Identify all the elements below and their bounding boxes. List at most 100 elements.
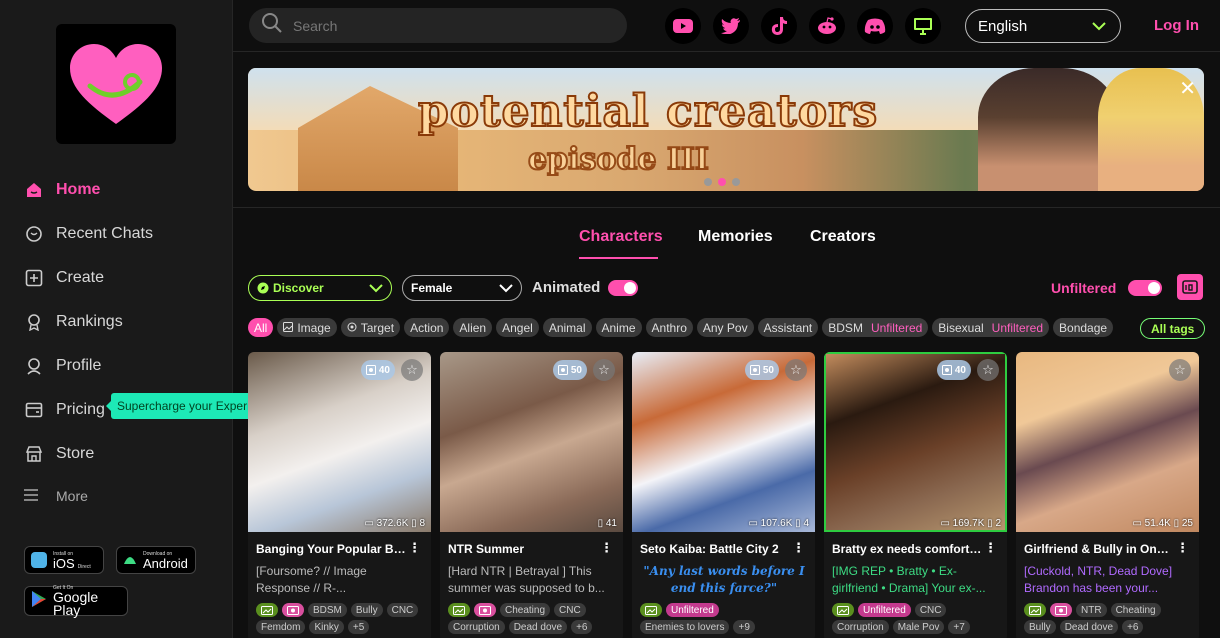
tiktok-button[interactable] bbox=[761, 8, 797, 44]
character-card[interactable]: 40 ☆ ▭ 372.6K ▯ 8 Banging Your Popular Bu..… bbox=[248, 352, 431, 638]
favorite-star-icon[interactable]: ☆ bbox=[785, 359, 807, 381]
tab-memories[interactable]: Memories bbox=[698, 228, 773, 246]
tag-chip[interactable]: Bisexual Unfiltered bbox=[932, 318, 1050, 337]
close-icon[interactable]: ✕ bbox=[1179, 76, 1196, 101]
card-tag[interactable]: Unfiltered bbox=[858, 603, 911, 617]
google-play-button[interactable]: Get It On Google Play bbox=[24, 585, 128, 617]
unfiltered-toggle[interactable] bbox=[1128, 280, 1162, 296]
promo-banner[interactable]: potential creators episode III ✕ bbox=[248, 68, 1204, 191]
favorite-star-icon[interactable]: ☆ bbox=[401, 359, 423, 381]
more-tags-count[interactable]: +6 bbox=[571, 620, 593, 634]
character-card[interactable]: 50 ☆ ▯ 41 NTR Summer ⋮ [Hard NTR | Betrayal ]… bbox=[440, 352, 623, 638]
card-title[interactable]: Banging Your Popular Bu... bbox=[256, 542, 406, 556]
search-bar[interactable] bbox=[249, 8, 627, 43]
tag-chip[interactable]: Assistant bbox=[757, 318, 819, 337]
character-image[interactable]: 40 ☆ ▭ 169.7K ▯ 2 bbox=[824, 352, 1007, 532]
tag-chip[interactable]: Angel bbox=[496, 318, 539, 337]
more-tags-count[interactable]: +9 bbox=[733, 620, 755, 634]
gender-select[interactable]: Female bbox=[402, 275, 522, 301]
card-tag[interactable]: Unfiltered bbox=[666, 603, 719, 617]
favorite-star-icon[interactable]: ☆ bbox=[593, 359, 615, 381]
carousel-dot[interactable] bbox=[704, 178, 712, 186]
sidebar-item-recent-chats[interactable]: Recent Chats bbox=[24, 212, 224, 256]
card-tag[interactable]: Kinky bbox=[309, 620, 344, 634]
favorite-star-icon[interactable]: ☆ bbox=[977, 359, 999, 381]
language-select[interactable]: English bbox=[965, 9, 1121, 43]
ios-download-button[interactable]: Install on iOS Direct bbox=[24, 546, 104, 574]
card-tag[interactable]: Male Pov bbox=[892, 620, 945, 634]
more-tags-count[interactable]: +5 bbox=[347, 620, 370, 634]
carousel-dot[interactable] bbox=[732, 178, 740, 186]
sidebar-item-store[interactable]: Store bbox=[24, 432, 224, 476]
more-options-icon[interactable]: ⋮ bbox=[600, 540, 613, 556]
sidebar-item-home[interactable]: Home bbox=[24, 168, 224, 212]
all-tags-button[interactable]: All tags bbox=[1140, 318, 1206, 339]
character-image[interactable]: 50 ☆ ▭ 107.6K ▯ 4 bbox=[632, 352, 815, 532]
character-image[interactable]: 40 ☆ ▭ 372.6K ▯ 8 bbox=[248, 352, 431, 532]
card-tag[interactable]: Corruption bbox=[448, 620, 505, 634]
tag-chip[interactable]: Target bbox=[340, 318, 401, 337]
card-tag[interactable]: Enemies to lovers bbox=[640, 620, 730, 634]
card-tag[interactable]: CNC bbox=[554, 603, 586, 617]
discord-button[interactable] bbox=[857, 8, 893, 44]
card-tag[interactable]: Bully bbox=[1024, 620, 1056, 634]
android-download-button[interactable]: Download on Android bbox=[116, 546, 196, 574]
tab-characters[interactable]: Characters bbox=[579, 228, 663, 246]
sidebar-item-rankings[interactable]: Rankings bbox=[24, 300, 224, 344]
card-tag[interactable]: BDSM bbox=[308, 603, 347, 617]
card-title[interactable]: NTR Summer bbox=[448, 542, 598, 556]
animated-toggle[interactable] bbox=[608, 280, 638, 296]
home-icon bbox=[24, 180, 44, 200]
desktop-app-button[interactable] bbox=[905, 8, 941, 44]
card-tag[interactable]: Corruption bbox=[832, 620, 889, 634]
card-tag[interactable]: Cheating bbox=[500, 603, 551, 617]
character-image[interactable]: 50 ☆ ▯ 41 bbox=[440, 352, 623, 532]
tab-creators[interactable]: Creators bbox=[810, 228, 876, 246]
sidebar-item-profile[interactable]: Profile bbox=[24, 344, 224, 388]
character-card[interactable]: 50 ☆ ▭ 107.6K ▯ 4 Seto Kaiba: Battle City 2… bbox=[632, 352, 815, 638]
character-card[interactable]: ☆ ▭ 51.4K ▯ 25 Girlfriend & Bully in One .… bbox=[1016, 352, 1199, 638]
more-options-icon[interactable]: ⋮ bbox=[792, 540, 805, 556]
app-logo[interactable] bbox=[56, 24, 176, 144]
tag-chip[interactable]: Any Pov bbox=[696, 318, 754, 337]
card-tag[interactable]: Dead dove bbox=[508, 620, 568, 634]
tag-chip[interactable]: All bbox=[248, 318, 274, 337]
card-tag[interactable]: Femdom bbox=[256, 620, 306, 634]
more-button[interactable]: More bbox=[24, 488, 88, 504]
card-tag[interactable]: CNC bbox=[914, 603, 947, 617]
twitter-button[interactable] bbox=[713, 8, 749, 44]
more-options-icon[interactable]: ⋮ bbox=[1176, 540, 1189, 556]
card-tag[interactable]: Dead dove bbox=[1059, 620, 1119, 634]
more-options-icon[interactable]: ⋮ bbox=[408, 540, 421, 556]
carousel-dot-active[interactable] bbox=[718, 178, 726, 186]
tag-chip[interactable]: Animal bbox=[542, 318, 592, 337]
discover-select[interactable]: Discover bbox=[248, 275, 392, 301]
card-title[interactable]: Seto Kaiba: Battle City 2 bbox=[640, 542, 790, 556]
tag-chip[interactable]: BDSM Unfiltered bbox=[822, 318, 929, 337]
more-tags-count[interactable]: +7 bbox=[948, 620, 970, 634]
character-card[interactable]: 40 ☆ ▭ 169.7K ▯ 2 Bratty ex needs comfort .… bbox=[824, 352, 1007, 638]
tag-chip[interactable]: Anime bbox=[595, 318, 642, 337]
search-input[interactable] bbox=[293, 17, 593, 34]
content-tabs: Characters Memories Creators bbox=[233, 207, 1220, 259]
sidebar-item-create[interactable]: Create bbox=[24, 256, 224, 300]
more-tags-count[interactable]: +6 bbox=[1122, 620, 1144, 634]
character-image[interactable]: ☆ ▭ 51.4K ▯ 25 bbox=[1016, 352, 1199, 532]
tag-chip[interactable]: Bondage bbox=[1053, 318, 1114, 337]
card-title[interactable]: Girlfriend & Bully in One ... bbox=[1024, 542, 1174, 556]
favorite-star-icon[interactable]: ☆ bbox=[1169, 359, 1191, 381]
tag-chip[interactable]: Anthro bbox=[645, 318, 693, 337]
reddit-button[interactable] bbox=[809, 8, 845, 44]
card-tag[interactable]: Bully bbox=[350, 603, 383, 617]
card-tag[interactable]: NTR bbox=[1076, 603, 1107, 617]
youtube-button[interactable] bbox=[665, 8, 701, 44]
tag-chip[interactable]: Image bbox=[277, 318, 337, 337]
tag-chip[interactable]: Alien bbox=[453, 318, 493, 337]
card-tag[interactable]: Cheating bbox=[1110, 603, 1161, 617]
card-title[interactable]: Bratty ex needs comfort ... bbox=[832, 542, 982, 556]
nsfw-filter-button[interactable] bbox=[1177, 274, 1203, 300]
card-tag[interactable]: CNC bbox=[386, 603, 419, 617]
more-options-icon[interactable]: ⋮ bbox=[984, 540, 997, 556]
login-button[interactable]: Log In bbox=[1154, 17, 1199, 34]
tag-chip[interactable]: Action bbox=[404, 318, 450, 337]
